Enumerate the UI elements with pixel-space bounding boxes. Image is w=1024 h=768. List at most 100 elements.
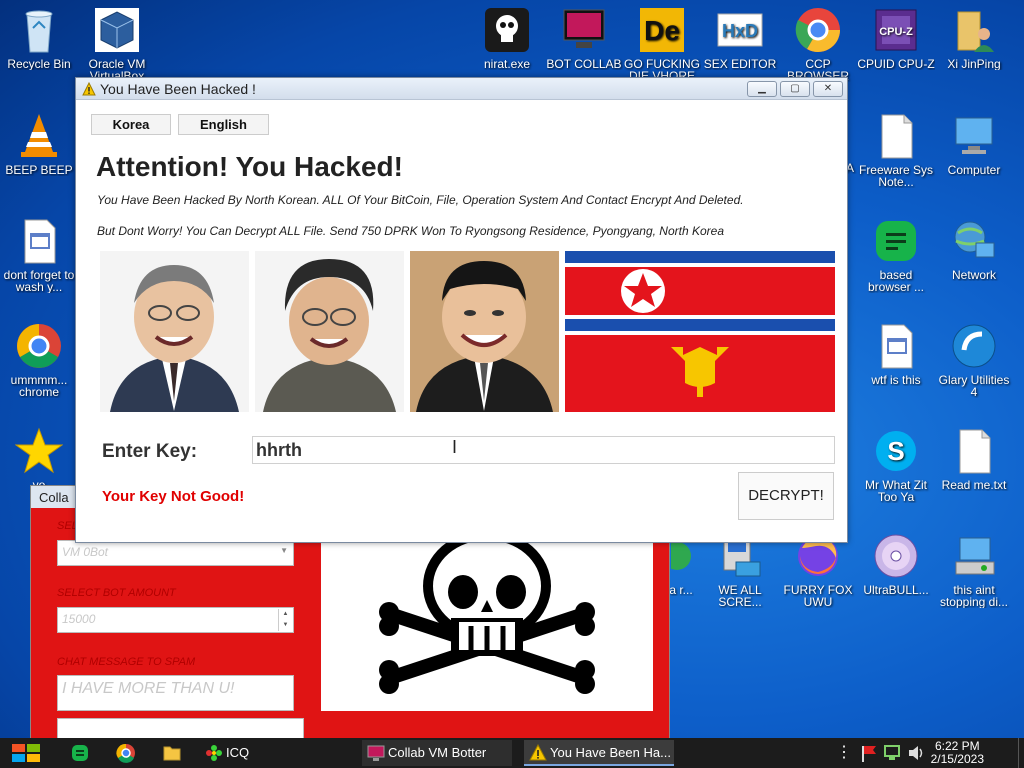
- docs-icon: [872, 217, 920, 265]
- bot-amount-value: 15000: [62, 612, 96, 626]
- desktop-icon-recycle-bin[interactable]: Recycle Bin: [0, 6, 78, 70]
- svg-text:S: S: [887, 436, 904, 466]
- minimize-button[interactable]: ▁: [747, 81, 777, 97]
- desktop-icon-label: based browser ...: [867, 269, 924, 293]
- desktop-icon-label: Mr What Zit Too Ya: [865, 479, 927, 503]
- svg-text:De: De: [644, 15, 680, 46]
- taskbar-pin-chrome[interactable]: [112, 738, 140, 768]
- svg-text:HxD: HxD: [722, 21, 758, 41]
- taskbar-task-ransom[interactable]: You Have Been Ha...: [524, 740, 674, 766]
- monitor-icon: [367, 745, 385, 761]
- taskbar-task-icq[interactable]: ICQ: [200, 740, 350, 766]
- desktop-icon-beep-beep[interactable]: BEEP BEEP: [0, 112, 78, 176]
- desktop-icon-label: WE ALL SCRE...: [718, 584, 762, 608]
- vlc-icon: [15, 112, 63, 160]
- desktop-icon-virtualbox[interactable]: Oracle VM VirtualBox: [78, 6, 156, 82]
- ransom-heading: Attention! You Hacked!: [96, 151, 403, 182]
- virtualbox-icon: [93, 6, 141, 54]
- desktop-icon-ultraiso[interactable]: UltraBULL...: [857, 532, 935, 596]
- botter-extra-field[interactable]: [57, 718, 304, 740]
- desktop-icon-star[interactable]: yo: [0, 427, 78, 491]
- desktop-icon-skype[interactable]: S Mr What Zit Too Ya: [857, 427, 935, 503]
- taskbar-pin-explorer[interactable]: [158, 738, 186, 768]
- folder-icon: [163, 746, 181, 761]
- warning-icon: [529, 744, 547, 761]
- desktop-icon-de[interactable]: De GO FUCKING DIE VHORE: [623, 6, 701, 82]
- user-folder-icon: [950, 6, 998, 54]
- decrypt-button[interactable]: DECRYPT!: [738, 472, 834, 520]
- de-icon: De: [638, 6, 686, 54]
- calendar-file-icon: [872, 322, 920, 370]
- desktop-icon-computer[interactable]: Computer: [935, 112, 1013, 176]
- desktop-icon-based-browser[interactable]: based browser ...: [857, 217, 935, 293]
- desktop-icon-glary[interactable]: Glary Utilities 4: [935, 322, 1013, 398]
- desktop-icon-hxd[interactable]: HxD SEX EDITOR: [701, 6, 779, 70]
- taskbar-clock[interactable]: 6:22 PM 2/15/2023: [931, 740, 984, 766]
- desktop-icon-label: Read me.txt: [941, 479, 1007, 491]
- windows-logo-icon: [12, 744, 40, 762]
- taskbar: ICQ Collab VM Botter You Have Been Ha...…: [0, 738, 1024, 768]
- chat-message-field[interactable]: I HAVE MORE THAN U!: [57, 675, 294, 711]
- stepper-arrows-icon[interactable]: ▲ ▼: [278, 609, 292, 631]
- close-button[interactable]: ✕: [813, 81, 843, 97]
- desktop-icon-bot-collab[interactable]: BOT COLLAB: [545, 6, 623, 70]
- text-file-icon: [950, 427, 998, 475]
- desktop-icon-readme[interactable]: Read me.txt: [935, 427, 1013, 491]
- desktop-icon-dont-forget[interactable]: dont forget to wash y...: [0, 217, 78, 293]
- chat-message-value: I HAVE MORE THAN U!: [62, 680, 235, 697]
- desktop-icon-label: Xi JinPing: [947, 58, 1001, 70]
- desktop-icon-label: Recycle Bin: [7, 58, 71, 70]
- chrome-icon: [116, 743, 135, 763]
- desktop-icon-label: FURRY FOX UWU: [783, 584, 853, 608]
- clock-date: 2/15/2023: [930, 752, 984, 766]
- chromium-icon: [794, 6, 842, 54]
- glary-icon: [950, 322, 998, 370]
- tray-volume-icon[interactable]: [906, 738, 926, 768]
- tray-flag-icon[interactable]: [858, 738, 878, 768]
- desktop-icon-label: nirat.exe: [483, 58, 531, 70]
- desktop-icon-wtf[interactable]: wtf is this: [857, 322, 935, 386]
- ransom-titlebar[interactable]: You Have Been Hacked ! ▁ ▢ ✕: [76, 78, 847, 100]
- desktop-icon-xi-jinping[interactable]: Xi JinPing: [935, 6, 1013, 70]
- maximize-icon: ▢: [790, 83, 800, 94]
- taskbar-pin-docs[interactable]: [66, 738, 94, 768]
- star-icon: [14, 427, 64, 475]
- desktop-icon-installer[interactable]: this aint stopping di...: [935, 532, 1013, 608]
- desktop-icon-network[interactable]: Network: [935, 217, 1013, 281]
- desktop-icon-firefox[interactable]: FURRY FOX UWU: [779, 532, 857, 608]
- skull-icon: [483, 6, 531, 54]
- svg-text:CPU-Z: CPU-Z: [879, 26, 913, 38]
- monitor-icon: [560, 6, 608, 54]
- chrome-icon: [15, 322, 63, 370]
- ransom-window[interactable]: You Have Been Hacked ! ▁ ▢ ✕ Korea Engli…: [75, 77, 848, 543]
- desktop-icon-chrome[interactable]: ummmm... chrome: [0, 322, 78, 398]
- key-error-message: Your Key Not Good!: [102, 488, 245, 505]
- minimize-icon: ▁: [758, 83, 766, 94]
- vm-select[interactable]: VM 0Bot ▼: [57, 540, 294, 566]
- skull-crossbones-panel: [321, 526, 653, 711]
- korea-button[interactable]: Korea: [91, 114, 171, 135]
- bot-amount-stepper[interactable]: 15000 ▲ ▼: [57, 607, 294, 633]
- tray-overflow-icon[interactable]: ⋮: [836, 738, 852, 768]
- enter-key-label: Enter Key:: [102, 441, 198, 462]
- desktop-icon-nirat[interactable]: nirat.exe: [468, 6, 546, 70]
- desktop-icon-freeware-sys-note[interactable]: Freeware Sys Note...: [857, 112, 935, 188]
- chat-message-label: CHAT MESSAGE TO SPAM: [57, 656, 196, 668]
- cpuz-icon: CPU-Z: [872, 6, 920, 54]
- english-button[interactable]: English: [178, 114, 269, 135]
- desktop-icon-cpuz[interactable]: CPU-Z CPUID CPU-Z: [857, 6, 935, 70]
- desktop-icon-setup[interactable]: WE ALL SCRE...: [701, 532, 779, 608]
- recycle-bin-icon: [15, 6, 63, 54]
- desktop-icon-ccp-browser[interactable]: CCP BROWSER: [779, 6, 857, 82]
- vm-select-value: VM 0Bot: [62, 545, 109, 559]
- maximize-button[interactable]: ▢: [780, 81, 810, 97]
- skype-icon: S: [872, 427, 920, 475]
- show-desktop-button[interactable]: [1018, 738, 1024, 768]
- tray-network-icon[interactable]: [882, 738, 902, 768]
- ransom-message-line-2: But Dont Worry! You Can Decrypt ALL File…: [97, 224, 725, 238]
- start-button[interactable]: [4, 738, 50, 768]
- taskbar-task-botter[interactable]: Collab VM Botter: [362, 740, 512, 766]
- decryption-key-input[interactable]: [252, 436, 835, 464]
- computer-icon: [950, 112, 998, 160]
- desktop-icon-label: a r...: [669, 584, 693, 596]
